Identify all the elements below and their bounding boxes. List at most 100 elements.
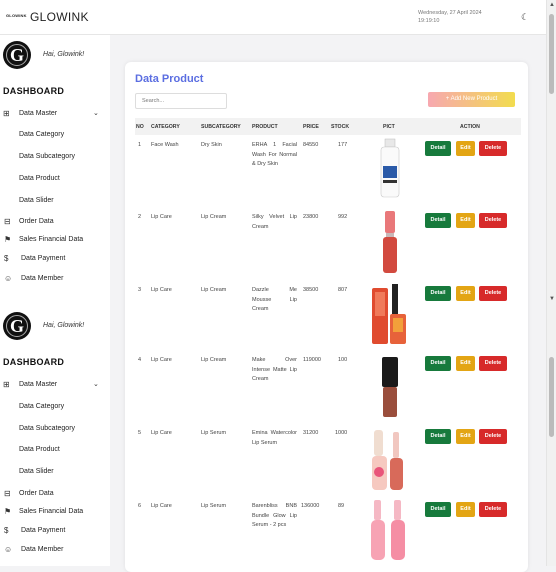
cell-price: 119000: [303, 357, 321, 363]
cell-price: 23800: [303, 214, 319, 220]
sidebar-item-data-slider[interactable]: Data Slider: [19, 468, 54, 475]
sidebar-item-data-product[interactable]: Data Product: [19, 446, 60, 453]
inbox-icon: ⊟: [4, 489, 11, 498]
sidebar-item-data-member[interactable]: Data Member: [21, 275, 63, 282]
page-title: Data Product: [135, 73, 204, 85]
detail-button[interactable]: Detail: [425, 429, 451, 444]
flag-icon: ⚑: [4, 507, 12, 516]
delete-button[interactable]: Delete: [479, 502, 507, 517]
edit-button[interactable]: Edit: [456, 356, 475, 371]
search-input[interactable]: Search...: [135, 93, 227, 109]
cell-subcategory: Lip Cream: [201, 287, 227, 293]
greeting: Hai, Glowink!: [43, 51, 85, 58]
sidebar-item-order-data[interactable]: Order Data: [19, 218, 54, 225]
product-image: [383, 211, 397, 273]
product-image: [380, 138, 400, 198]
sidebar-item-data-payment[interactable]: Data Payment: [21, 255, 65, 262]
cell-product: Barenbliss BNB Bundle Glow Lip Serum - 2…: [252, 503, 297, 528]
cell-category: Lip Care: [151, 287, 172, 293]
column-header: NO: [136, 124, 144, 130]
add-product-button[interactable]: + Add New Product: [428, 92, 515, 107]
sidebar-item-data-master[interactable]: Data Master: [19, 110, 57, 117]
sidebar-item-order-data[interactable]: Order Data: [19, 490, 54, 497]
sidebar-item-sales-financial-data[interactable]: Sales Financial Data: [19, 508, 83, 515]
column-header: CATEGORY: [151, 124, 180, 130]
moon-icon[interactable]: ☾: [521, 12, 529, 23]
sidebar-item-data-slider[interactable]: Data Slider: [19, 197, 54, 204]
cell-price: 31200: [303, 430, 319, 436]
date-time: Wednesday, 27 April 2024 19:19:10: [418, 9, 508, 25]
product-card: Data Product Search... + Add New Product…: [125, 62, 528, 572]
edit-button[interactable]: Edit: [456, 502, 475, 517]
detail-button[interactable]: Detail: [425, 502, 451, 517]
cell-stock: 177: [338, 142, 348, 148]
delete-button[interactable]: Delete: [479, 213, 507, 228]
grid-icon: ⊞: [3, 109, 10, 118]
dollar-icon: $: [4, 526, 9, 535]
sidebar-item-data-subcategory[interactable]: Data Subcategory: [19, 153, 75, 160]
sidebar-item-data-category[interactable]: Data Category: [19, 131, 64, 138]
cell-stock: 807: [338, 287, 348, 293]
cell-subcategory: Lip Cream: [201, 214, 227, 220]
scrollbar-thumb[interactable]: [549, 357, 554, 437]
product-image: [371, 500, 405, 560]
chevron-down-icon[interactable]: ⌄: [93, 380, 99, 388]
dollar-icon: $: [4, 254, 9, 263]
grid-icon: ⊞: [3, 380, 10, 389]
edit-button[interactable]: Edit: [456, 429, 475, 444]
date-line: Wednesday, 27 April 2024: [418, 10, 482, 16]
cell-price: 38500: [303, 287, 319, 293]
cell-no: 6: [138, 503, 142, 509]
cell-stock: 100: [338, 357, 348, 363]
user-icon: ☺: [4, 274, 13, 283]
cell-no: 2: [138, 214, 142, 220]
column-header: PRODUCT: [252, 124, 278, 130]
column-header: STOCK: [331, 124, 350, 130]
cell-category: Face Wash: [151, 142, 179, 148]
cell-category: Lip Care: [151, 214, 172, 220]
sidebar-item-data-subcategory[interactable]: Data Subcategory: [19, 425, 75, 432]
column-header: ACTION: [460, 124, 480, 130]
flag-icon: ⚑: [4, 235, 12, 244]
sidebar-item-data-member[interactable]: Data Member: [21, 546, 63, 553]
delete-button[interactable]: Delete: [479, 356, 507, 371]
detail-button[interactable]: Detail: [425, 286, 451, 301]
delete-button[interactable]: Delete: [479, 286, 507, 301]
cell-price: 84550: [303, 142, 319, 148]
delete-button[interactable]: Delete: [479, 429, 507, 444]
detail-button[interactable]: Detail: [425, 356, 451, 371]
edit-button[interactable]: Edit: [456, 141, 475, 156]
sidebar-item-data-payment[interactable]: Data Payment: [21, 527, 65, 534]
detail-button[interactable]: Detail: [425, 141, 451, 156]
sidebar-item-data-master[interactable]: Data Master: [19, 381, 57, 388]
chevron-down-icon[interactable]: ⌄: [93, 109, 99, 117]
scroll-down-icon[interactable]: ▼: [549, 296, 555, 302]
detail-button[interactable]: Detail: [425, 213, 451, 228]
scroll-up-icon[interactable]: ▲: [549, 2, 555, 8]
cell-category: Lip Care: [151, 503, 172, 509]
time-line: 19:19:10: [418, 18, 440, 24]
cell-product: ERHA 1 Facial Wash For Normal & Dry Skin: [252, 142, 297, 167]
cell-stock: 1000: [335, 430, 348, 436]
edit-button[interactable]: Edit: [456, 286, 475, 301]
column-header: PICT: [383, 124, 395, 130]
brand-name[interactable]: GLOWINK: [30, 10, 89, 24]
scrollbar-thumb[interactable]: [549, 14, 554, 94]
brand-logo-small: GLOWINK: [6, 13, 27, 18]
delete-button[interactable]: Delete: [479, 141, 507, 156]
sidebar-item-sales-financial-data[interactable]: Sales Financial Data: [19, 236, 83, 243]
product-image: [372, 284, 406, 344]
top-bar: GLOWINK GLOWINK Wednesday, 27 April 2024…: [0, 0, 546, 35]
sidebar-item-data-category[interactable]: Data Category: [19, 403, 64, 410]
sidebar-item-data-product[interactable]: Data Product: [19, 175, 60, 182]
dashboard-title: DASHBOARD: [3, 86, 65, 96]
cell-stock: 89: [338, 503, 345, 509]
product-image: [372, 430, 403, 490]
product-image: [382, 357, 398, 417]
dashboard-title: DASHBOARD: [3, 357, 65, 367]
edit-button[interactable]: Edit: [456, 213, 475, 228]
cell-price: 136000: [301, 503, 320, 509]
cell-no: 5: [138, 430, 142, 436]
user-icon: ☺: [4, 545, 13, 554]
page-scrollbar[interactable]: ▲ ▼: [546, 0, 556, 566]
